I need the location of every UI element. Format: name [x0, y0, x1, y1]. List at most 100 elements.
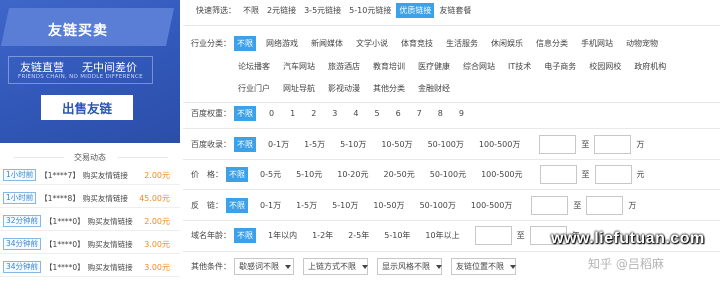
- baidu-index-option[interactable]: 不限: [234, 137, 256, 152]
- select-value: 歇感词不限: [239, 262, 279, 271]
- industry-option[interactable]: 休闲娱乐: [488, 36, 526, 51]
- condition-select[interactable]: 上链方式不限: [303, 258, 368, 275]
- industry-option[interactable]: 旅游酒店: [325, 59, 363, 74]
- baidu-weight-option[interactable]: 3: [329, 106, 340, 121]
- domain-age-option[interactable]: 不限: [234, 228, 256, 243]
- baidu-weight-option[interactable]: 5: [371, 106, 382, 121]
- quick-filter-option[interactable]: 5-10元链接: [346, 3, 394, 18]
- domain-age-option[interactable]: 1-2年: [309, 228, 336, 243]
- transaction-row: 32分钟前 【1****0】 购买友情链接 2.00元: [0, 212, 180, 231]
- industry-option[interactable]: 不限: [234, 36, 256, 51]
- baidu-weight-option[interactable]: 9: [456, 106, 467, 121]
- industry-option[interactable]: 文学小说: [353, 36, 391, 51]
- condition-select[interactable]: 显示风格不限: [377, 258, 442, 275]
- industry-option[interactable]: 网址导航: [280, 81, 318, 96]
- divider: [183, 159, 720, 160]
- baidu-index-option[interactable]: 50-100万: [425, 137, 467, 152]
- transaction-price: 3.00元: [144, 239, 170, 249]
- backlinks-option[interactable]: 5-10万: [329, 198, 361, 213]
- domain-age-label: 域名年龄：: [191, 231, 231, 240]
- industry-option[interactable]: 动物宠物: [623, 36, 661, 51]
- backlinks-option[interactable]: 0-1万: [257, 198, 284, 213]
- industry-option[interactable]: 手机网站: [578, 36, 616, 51]
- price-option[interactable]: 0-5元: [257, 167, 284, 182]
- condition-select[interactable]: 友链位置不限: [451, 258, 516, 275]
- baidu-weight-option[interactable]: 不限: [234, 106, 256, 121]
- baidu-weight-option[interactable]: 0: [266, 106, 277, 121]
- industry-option[interactable]: 汽车网站: [280, 59, 318, 74]
- quick-filter-option[interactable]: 优质链接: [396, 3, 435, 18]
- baidu-weight-option[interactable]: 2: [308, 106, 319, 121]
- backlinks-option[interactable]: 100-500万: [468, 198, 515, 213]
- author-watermark: 知乎 @吕稻麻: [588, 257, 664, 271]
- range-to: 至: [573, 201, 582, 210]
- backlinks-option[interactable]: 不限: [226, 198, 248, 213]
- quick-filter-option[interactable]: 3-5元链接: [301, 3, 344, 18]
- baidu-weight-option[interactable]: 7: [414, 106, 425, 121]
- baidu-weight-option[interactable]: 6: [393, 106, 404, 121]
- baidu-index-max-input[interactable]: [594, 135, 632, 154]
- industry-row-1: 行业分类： 不限 网络游戏 新闻媒体 文学小说 体育竞技 生活服务 休闲娱乐 信息分类 手机网站…: [191, 36, 661, 51]
- industry-option[interactable]: 电子商务: [541, 59, 579, 74]
- baidu-index-min-input[interactable]: [539, 135, 577, 154]
- industry-option[interactable]: 综合网站: [460, 59, 498, 74]
- domain-age-option[interactable]: 2-5年: [345, 228, 372, 243]
- backlinks-row: 反 链： 不限 0-1万 1-5万 5-10万 10-50万 50-100万 100-500…: [191, 196, 636, 215]
- industry-option[interactable]: 医疗健康: [415, 59, 453, 74]
- price-option[interactable]: 100-500元: [478, 167, 525, 182]
- industry-option[interactable]: 校园网校: [586, 59, 624, 74]
- backlinks-min-input[interactable]: [531, 196, 569, 215]
- baidu-index-option[interactable]: 10-50万: [378, 137, 415, 152]
- baidu-index-option[interactable]: 0-1万: [265, 137, 292, 152]
- range-to: 至: [581, 170, 590, 179]
- backlinks-option[interactable]: 10-50万: [370, 198, 407, 213]
- industry-option[interactable]: IT技术: [505, 59, 534, 74]
- domain-age-option[interactable]: 10年以上: [422, 228, 462, 243]
- price-option[interactable]: 10-20元: [334, 167, 371, 182]
- industry-option[interactable]: 金融财经: [415, 81, 453, 96]
- divider: [183, 189, 720, 190]
- baidu-weight-option[interactable]: 1: [287, 106, 298, 121]
- condition-select[interactable]: 歇感词不限: [234, 258, 294, 275]
- backlinks-max-input[interactable]: [586, 196, 624, 215]
- price-option[interactable]: 20-50元: [380, 167, 417, 182]
- transaction-action: 购买友情链接: [87, 239, 133, 249]
- price-option[interactable]: 50-100元: [427, 167, 469, 182]
- domain-age-min-input[interactable]: [474, 226, 512, 245]
- baidu-index-option[interactable]: 100-500万: [476, 137, 523, 152]
- industry-option[interactable]: 其他分类: [370, 81, 408, 96]
- transaction-price: 45.00元: [139, 193, 170, 203]
- price-option[interactable]: 不限: [226, 167, 248, 182]
- sell-links-button[interactable]: 出售友链: [41, 95, 133, 120]
- banner-title: 友链买卖: [48, 23, 108, 39]
- domain-age-option[interactable]: 1年以内: [265, 228, 300, 243]
- industry-option[interactable]: 影视动漫: [325, 81, 363, 96]
- industry-option[interactable]: 生活服务: [443, 36, 481, 51]
- price-min-input[interactable]: [539, 165, 577, 184]
- baidu-weight-option[interactable]: 8: [435, 106, 446, 121]
- baidu-index-option[interactable]: 1-5万: [301, 137, 328, 152]
- transaction-row: 34分钟前 【1****0】 购买友情链接 3.00元: [0, 258, 180, 277]
- baidu-weight-option[interactable]: 4: [350, 106, 361, 121]
- backlinks-option[interactable]: 1-5万: [293, 198, 320, 213]
- industry-option[interactable]: 网络游戏: [263, 36, 301, 51]
- transaction-price: 2.00元: [144, 170, 170, 180]
- industry-option[interactable]: 体育竞技: [398, 36, 436, 51]
- industry-option[interactable]: 教育培训: [370, 59, 408, 74]
- quick-filter-option[interactable]: 2元链接: [264, 3, 299, 18]
- price-max-input[interactable]: [594, 165, 632, 184]
- price-option[interactable]: 5-10元: [293, 167, 325, 182]
- domain-age-option[interactable]: 5-10年: [381, 228, 413, 243]
- backlinks-option[interactable]: 50-100万: [417, 198, 459, 213]
- backlinks-label: 反 链：: [191, 201, 223, 210]
- baidu-index-option[interactable]: 5-10万: [337, 137, 369, 152]
- other-conditions-row: 其他条件： 歇感词不限 上链方式不限 显示风格不限 友链位置不限: [191, 258, 516, 275]
- quick-filter-option[interactable]: 友链套餐: [436, 3, 474, 18]
- industry-option[interactable]: 行业门户: [235, 81, 273, 96]
- industry-option[interactable]: 政府机构: [631, 59, 669, 74]
- promo-banner: 友链买卖 友链直营 无中间差价 FRIENDS CHAIN, NO MIDDLE…: [0, 0, 180, 143]
- industry-option[interactable]: 论坛播客: [235, 59, 273, 74]
- industry-option[interactable]: 信息分类: [533, 36, 571, 51]
- quick-filter-option[interactable]: 不限: [240, 3, 262, 18]
- industry-option[interactable]: 新闻媒体: [308, 36, 346, 51]
